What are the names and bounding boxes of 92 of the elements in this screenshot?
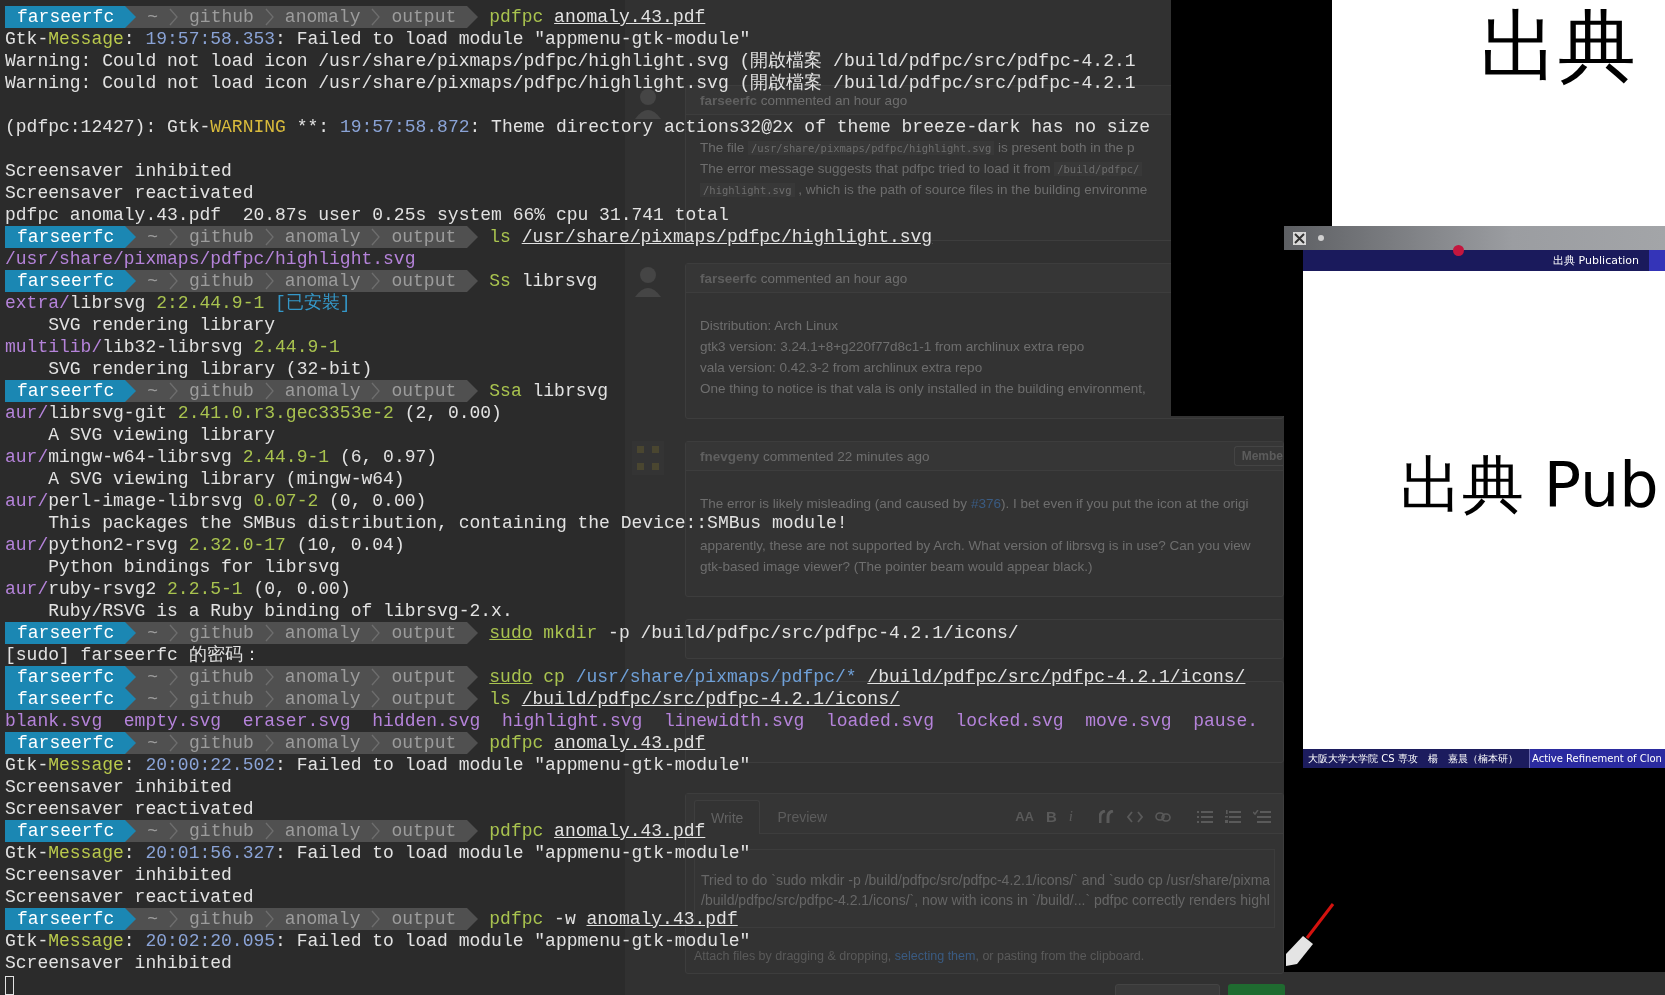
- path-part: anomaly: [284, 688, 361, 710]
- terminal-line: Python bindings for librsvg: [47, 557, 340, 577]
- path-part: anomaly: [284, 270, 361, 292]
- terminal-command: Ss librsvg: [489, 270, 598, 292]
- terminal-line: Screensaver reactivated: [5, 799, 254, 819]
- path-part: ~: [147, 666, 159, 688]
- path-part: output: [391, 820, 457, 842]
- path-part: github: [189, 622, 254, 644]
- terminal-line: pdfpc anomaly.43.pdf 20.87s user 0.25s system 66% cpu 31.741 total: [5, 205, 729, 225]
- path-part: github: [189, 820, 254, 842]
- comment-text: One thing to notice is that vala is only installed in the building environment,: [700, 381, 1146, 396]
- path-part: github: [189, 688, 254, 710]
- terminal-line: aur/perl-image-librsvg 0.07-2 (0, 0.00): [5, 491, 427, 511]
- terminal-line: Ruby/RSVG is a Ruby binding of librsvg-2.x.: [47, 601, 513, 621]
- terminal-line: Gtk-Message: 20:00:22.502: Failed to load module "appmenu-gtk-module": [5, 755, 751, 775]
- terminal-line: extra/librsvg 2:2.44.9-1 [已安裝]: [5, 293, 351, 313]
- terminal-line: Screensaver reactivated: [5, 183, 254, 203]
- path-part: ~: [147, 908, 159, 930]
- path-part: output: [391, 270, 457, 292]
- terminal-command: pdfpc anomaly.43.pdf: [489, 732, 706, 754]
- terminal-line: Screensaver reactivated: [5, 887, 254, 907]
- path-part: output: [391, 732, 457, 754]
- slide-footer-left: 大阪大学大学院 CS 専攻 楊 嘉晨（楠本研）: [1303, 749, 1529, 768]
- path-part: anomaly: [284, 666, 361, 688]
- terminal-line: multilib/lib32-librsvg 2.44.9-1: [5, 337, 340, 357]
- terminal-line: Screensaver inhibited: [5, 161, 232, 181]
- slide-header-text: 出典 Publication: [1553, 253, 1640, 268]
- comment-text: Distribution: Arch Linux: [700, 318, 839, 333]
- comment-text: vala version: 0.42.3-2 from archlinux extra repo: [700, 360, 983, 375]
- terminal-command: ls /usr/share/pixmaps/pdfpc/highlight.svg: [489, 226, 933, 248]
- path-part: output: [391, 226, 457, 248]
- terminal-line: aur/librsvg-git 2.41.0.r3.gec3353e-2 (2, 0.00): [5, 403, 502, 423]
- terminal-line: aur/mingw-w64-librsvg 2.44.9-1 (6, 0.97): [5, 447, 438, 467]
- comment-text: gtk3 version: 3.24.1+8+g220f77d8c1-1 from archlinux extra repo: [700, 339, 1085, 354]
- path-part: github: [189, 908, 254, 930]
- path-part: output: [391, 666, 457, 688]
- slide-heading: 出典: [1480, 4, 1636, 90]
- terminal-line: /usr/share/pixmaps/pdfpc/highlight.svg: [5, 249, 416, 269]
- path-part: anomaly: [284, 908, 361, 930]
- terminal-line: Warning: Could not load icon /usr/share/pixmaps/pdfpc/highlight.svg (開啟檔案 /build/pdfpc/src/pdfpc-4.2.1: [5, 73, 1136, 93]
- path-part: github: [189, 666, 254, 688]
- terminal-line: aur/ruby-rsvg2 2.2.5-1 (0, 0.00): [5, 579, 351, 599]
- slide-footer-right: Active Refinement of Clon: [1529, 749, 1665, 768]
- path-part: output: [391, 908, 457, 930]
- path-part: ~: [147, 688, 159, 710]
- slide-title: 出典 Pub: [1400, 447, 1659, 523]
- path-part: ~: [147, 6, 159, 28]
- terminal-line: Screensaver inhibited: [5, 865, 232, 885]
- path-part: ~: [147, 732, 159, 754]
- terminal-line: Gtk-Message: 19:57:58.353: Failed to load module "appmenu-gtk-module": [5, 29, 751, 49]
- path-part: ~: [147, 380, 159, 402]
- terminal-line: SVG rendering library: [47, 315, 276, 335]
- terminal-command: sudo mkdir -p /build/pdfpc/src/pdfpc-4.2.1/icons/: [489, 622, 1019, 644]
- terminal-command: sudo cp /usr/share/pixmaps/pdfpc/* /build/pdfpc/src/pdfpc-4.2.1/icons/: [489, 666, 1246, 688]
- path-part: anomaly: [284, 6, 361, 28]
- path-part: ~: [147, 226, 159, 248]
- terminal-line: A SVG viewing library: [47, 425, 276, 445]
- terminal-line: This packages the SMBus distribution, containing the Device::SMBus module!: [47, 513, 848, 533]
- path-part: output: [391, 688, 457, 710]
- path-part: github: [189, 732, 254, 754]
- path-part: github: [189, 226, 254, 248]
- path-part: output: [391, 380, 457, 402]
- terminal-line: Gtk-Message: 20:02:20.095: Failed to load module "appmenu-gtk-module": [5, 931, 751, 951]
- path-part: ~: [147, 820, 159, 842]
- path-part: github: [189, 6, 254, 28]
- terminal-line: [sudo] farseerfc 的密码：: [5, 645, 261, 665]
- path-part: anomaly: [284, 732, 361, 754]
- path-part: anomaly: [284, 622, 361, 644]
- path-part: ~: [147, 270, 159, 292]
- terminal-line: SVG rendering library (32-bit): [47, 359, 373, 379]
- terminal-line: (pdfpc:12427): Gtk-WARNING **: 19:57:58.872: Theme directory actions32@2x of theme breeze-dark has no size: [5, 117, 1150, 137]
- terminal-line: Gtk-Message: 20:01:56.327: Failed to load module "appmenu-gtk-module": [5, 843, 751, 863]
- terminal-line: A SVG viewing library (mingw-w64): [47, 469, 405, 489]
- terminal-line: aur/python2-rsvg 2.32.0-17 (10, 0.04): [5, 535, 405, 555]
- path-part: output: [391, 622, 457, 644]
- path-part: anomaly: [284, 820, 361, 842]
- path-part: anomaly: [284, 380, 361, 402]
- terminal-line: Screensaver inhibited: [5, 953, 232, 973]
- terminal-line: blank.svg empty.svg eraser.svg hidden.svg highlight.svg linewidth.svg loaded.svg locked.svg move.svg pause.: [5, 711, 1258, 731]
- comment-text: gtk-based image viewer? (The pointer beam would appear black.): [700, 559, 1093, 574]
- terminal-command: ls /build/pdfpc/src/pdfpc-4.2.1/icons/: [489, 688, 900, 710]
- path-part: output: [391, 6, 457, 28]
- issue-link[interactable]: #376: [970, 496, 1001, 511]
- path-part: github: [189, 380, 254, 402]
- terminal-command: pdfpc -w anomaly.43.pdf: [489, 908, 738, 930]
- path-part: anomaly: [284, 226, 361, 248]
- terminal-line: Warning: Could not load icon /usr/share/pixmaps/pdfpc/highlight.svg (開啟檔案 /build/pdfpc/src/pdfpc-4.2.1: [5, 51, 1136, 71]
- terminal-command: Ssa librsvg: [489, 380, 609, 402]
- terminal-command: pdfpc anomaly.43.pdf: [489, 6, 706, 28]
- path-part: ~: [147, 622, 159, 644]
- path-part: github: [189, 270, 254, 292]
- terminal-line: Screensaver inhibited: [5, 777, 232, 797]
